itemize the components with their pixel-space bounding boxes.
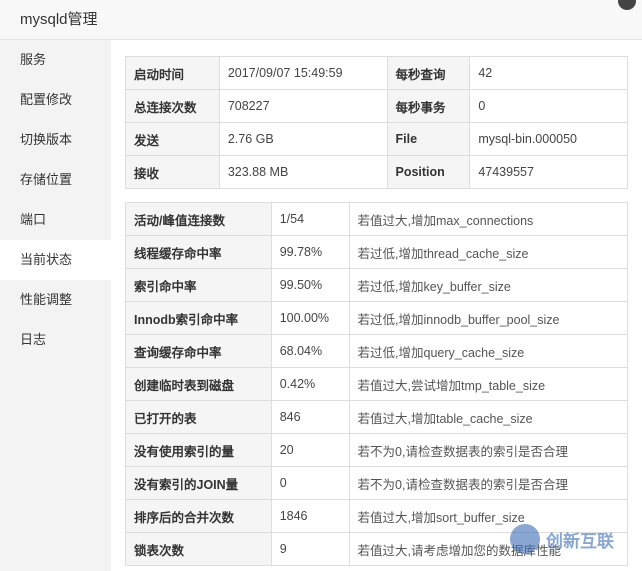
metric-name: 锁表次数	[125, 532, 272, 566]
metric-tip: 若过低,增加thread_cache_size	[348, 235, 629, 269]
table-row: 没有使用索引的量 20 若不为0,请检查数据表的索引是否合理	[125, 433, 629, 467]
metric-name: 线程缓存命中率	[125, 235, 272, 269]
watermark: 创新互联	[510, 522, 614, 556]
metrics-table: 活动/峰值连接数 1/54 若值过大,增加max_connections 线程缓…	[125, 202, 629, 566]
metric-value: 20	[270, 433, 350, 467]
summary-key: 每秒事务	[386, 89, 471, 123]
summary-value: 708227	[218, 89, 388, 123]
metric-value: 68.04%	[270, 334, 350, 368]
watermark-text: 创新互联	[546, 531, 614, 551]
table-row: 活动/峰值连接数 1/54 若值过大,增加max_connections	[125, 202, 629, 236]
summary-value: 42	[469, 56, 628, 90]
table-row: 启动时间 2017/09/07 15:49:59 每秒查询 42	[125, 56, 628, 90]
sidebar-item-status[interactable]: 当前状态	[0, 240, 111, 280]
metric-value: 99.50%	[270, 268, 350, 302]
sidebar-item-version[interactable]: 切换版本	[0, 120, 111, 160]
metric-tip: 若值过大,增加max_connections	[348, 202, 629, 236]
metric-tip: 若不为0,请检查数据表的索引是否合理	[348, 433, 629, 467]
sidebar-item-label: 服务	[20, 52, 47, 67]
metric-name: Innodb索引命中率	[125, 301, 272, 335]
sidebar-item-tuning[interactable]: 性能调整	[0, 280, 111, 320]
summary-value: 2.76 GB	[218, 122, 388, 156]
summary-key: 发送	[125, 122, 220, 156]
metric-value: 9	[270, 532, 350, 566]
metric-name: 已打开的表	[125, 400, 272, 434]
metric-name: 创建临时表到磁盘	[125, 367, 272, 401]
sidebar-item-label: 切换版本	[20, 132, 73, 147]
sidebar-item-label: 日志	[20, 332, 47, 347]
metric-tip: 若过低,增加innodb_buffer_pool_size	[348, 301, 629, 335]
table-row: 查询缓存命中率 68.04% 若过低,增加query_cache_size	[125, 334, 629, 368]
summary-key: 接收	[125, 155, 220, 189]
metric-value: 1/54	[270, 202, 350, 236]
metric-name: 排序后的合并次数	[125, 499, 272, 533]
table-row: 索引命中率 99.50% 若过低,增加key_buffer_size	[125, 268, 629, 302]
metric-value: 100.00%	[270, 301, 350, 335]
table-row: 发送 2.76 GB File mysql-bin.000050	[125, 122, 628, 156]
summary-key: 每秒查询	[386, 56, 471, 90]
table-row: 总连接次数 708227 每秒事务 0	[125, 89, 628, 123]
sidebar-item-port[interactable]: 端口	[0, 200, 111, 240]
metric-name: 没有索引的JOIN量	[125, 466, 272, 500]
dialog-titlebar: mysqld管理	[0, 0, 642, 40]
sidebar: 服务 配置修改 切换版本 存储位置 端口 当前状态 性能调整 日志	[0, 40, 111, 571]
metric-name: 没有使用索引的量	[125, 433, 272, 467]
dialog-title: mysqld管理	[20, 11, 98, 28]
metric-tip: 若值过大,尝试增加tmp_table_size	[348, 367, 629, 401]
summary-key: 总连接次数	[125, 89, 220, 123]
sidebar-item-label: 存储位置	[20, 172, 73, 187]
summary-value: 323.88 MB	[218, 155, 388, 189]
summary-value: 0	[469, 89, 628, 123]
metric-tip: 若值过大,增加table_cache_size	[348, 400, 629, 434]
sidebar-item-label: 性能调整	[20, 292, 73, 307]
metric-tip: 若过低,增加key_buffer_size	[348, 268, 629, 302]
metric-name: 索引命中率	[125, 268, 272, 302]
metric-tip: 若不为0,请检查数据表的索引是否合理	[348, 466, 629, 500]
table-row: 没有索引的JOIN量 0 若不为0,请检查数据表的索引是否合理	[125, 466, 629, 500]
summary-value: 2017/09/07 15:49:59	[218, 56, 388, 90]
metric-value: 99.78%	[270, 235, 350, 269]
summary-table: 启动时间 2017/09/07 15:49:59 每秒查询 42 总连接次数 7…	[125, 56, 628, 189]
summary-value: mysql-bin.000050	[469, 122, 628, 156]
summary-value: 47439557	[469, 155, 628, 189]
summary-key: File	[386, 122, 471, 156]
close-icon[interactable]	[618, 0, 636, 10]
metric-value: 0	[270, 466, 350, 500]
sidebar-item-log[interactable]: 日志	[0, 320, 111, 360]
sidebar-item-config[interactable]: 配置修改	[0, 80, 111, 120]
metric-value: 1846	[270, 499, 350, 533]
sidebar-item-label: 端口	[20, 212, 47, 227]
sidebar-item-label: 配置修改	[20, 92, 73, 107]
sidebar-item-label: 当前状态	[20, 252, 73, 267]
metric-value: 846	[270, 400, 350, 434]
sidebar-item-storage[interactable]: 存储位置	[0, 160, 111, 200]
status-panel: 启动时间 2017/09/07 15:49:59 每秒查询 42 总连接次数 7…	[111, 40, 642, 571]
metric-value: 0.42%	[270, 367, 350, 401]
table-row: Innodb索引命中率 100.00% 若过低,增加innodb_buffer_…	[125, 301, 629, 335]
table-row: 创建临时表到磁盘 0.42% 若值过大,尝试增加tmp_table_size	[125, 367, 629, 401]
sidebar-item-service[interactable]: 服务	[0, 40, 111, 80]
summary-key: 启动时间	[125, 56, 220, 90]
metric-name: 活动/峰值连接数	[125, 202, 272, 236]
brand-logo-icon	[510, 524, 540, 554]
table-row: 接收 323.88 MB Position 47439557	[125, 155, 628, 189]
summary-key: Position	[386, 155, 471, 189]
metric-name: 查询缓存命中率	[125, 334, 272, 368]
metric-tip: 若过低,增加query_cache_size	[348, 334, 629, 368]
table-row: 线程缓存命中率 99.78% 若过低,增加thread_cache_size	[125, 235, 629, 269]
table-row: 已打开的表 846 若值过大,增加table_cache_size	[125, 400, 629, 434]
